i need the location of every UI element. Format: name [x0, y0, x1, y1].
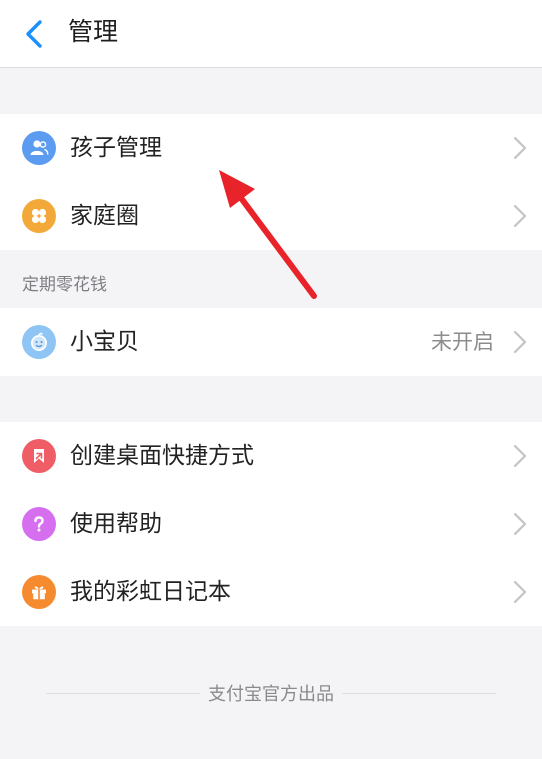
status-value: 未开启 [431, 330, 494, 354]
users-icon [22, 131, 56, 165]
chevron-right-icon [513, 136, 527, 160]
list-item-label: 家庭圈 [70, 203, 139, 229]
list-item-desktop-shortcut[interactable]: 创建桌面快捷方式 [0, 422, 542, 490]
list-item-label: 我的彩虹日记本 [70, 579, 231, 605]
list-item-label: 使用帮助 [70, 511, 162, 537]
chevron-right-icon [513, 330, 527, 354]
list-item-family-circle[interactable]: 家庭圈 [0, 182, 542, 250]
section-header-allowance: 定期零花钱 [22, 275, 107, 295]
chevron-right-icon [513, 512, 527, 536]
back-button[interactable] [16, 14, 52, 54]
clover-icon [22, 199, 56, 233]
baby-face-icon [22, 325, 56, 359]
page: 管理 孩子管理 家庭圈 定期零花钱 小宝贝 未开启 创建桌面快捷方式 使用帮助 … [0, 0, 542, 759]
shortcut-icon [22, 439, 56, 473]
footer: 支付宝官方出品 [0, 676, 542, 710]
footer-text: 支付宝官方出品 [200, 684, 342, 705]
list-item-child[interactable]: 小宝贝 未开启 [0, 308, 542, 376]
nav-bar: 管理 [0, 0, 542, 68]
question-icon [22, 507, 56, 541]
tools-group: 创建桌面快捷方式 使用帮助 我的彩虹日记本 [0, 422, 542, 626]
chevron-left-icon [26, 20, 42, 48]
list-item-label: 小宝贝 [70, 329, 139, 355]
list-item-rainbow-diary[interactable]: 我的彩虹日记本 [0, 558, 542, 626]
chevron-right-icon [513, 444, 527, 468]
allowance-group: 小宝贝 未开启 [0, 308, 542, 376]
chevron-right-icon [513, 580, 527, 604]
page-title: 管理 [68, 17, 119, 46]
family-group: 孩子管理 家庭圈 [0, 114, 542, 250]
chevron-right-icon [513, 204, 527, 228]
list-item-child-management[interactable]: 孩子管理 [0, 114, 542, 182]
list-item-label: 创建桌面快捷方式 [70, 443, 254, 469]
gift-icon [22, 575, 56, 609]
list-item-help[interactable]: 使用帮助 [0, 490, 542, 558]
list-item-label: 孩子管理 [70, 135, 162, 161]
